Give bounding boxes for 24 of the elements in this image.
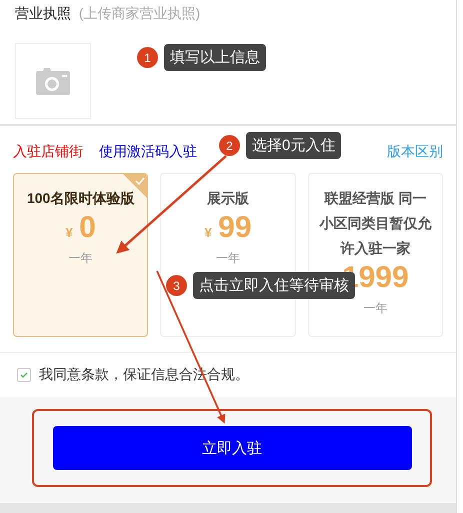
plan-name: 100名限时体验版 [26, 189, 136, 208]
submit-button[interactable]: 立即入驻 [52, 426, 412, 470]
section-hint: (上传商家营业执照) [78, 5, 200, 21]
tooltip: 填写以上信息 [164, 44, 266, 71]
check-icon [19, 370, 29, 380]
tab[interactable]: 入驻店铺街 [13, 143, 83, 161]
plan-price: 0 [79, 211, 96, 244]
plan-price: 99 [218, 211, 252, 244]
checkbox[interactable] [17, 368, 31, 382]
currency-sign: ¥ [65, 225, 73, 240]
camera-icon [35, 66, 71, 96]
step-badge: 1 [137, 47, 158, 68]
plan-period: 一年 [214, 250, 241, 267]
plan-card[interactable]: 100名限时体验版 ¥ 0 一年 [13, 173, 148, 337]
step-badge: 2 [219, 135, 240, 156]
plan-period: 一年 [362, 300, 388, 317]
tooltip: 选择0元入住 [246, 132, 342, 159]
tab[interactable]: 使用激活码入驻 [99, 143, 197, 161]
currency-sign: ¥ [204, 225, 212, 240]
section-title: 营业执照 [15, 5, 71, 21]
plan-name: 联盟经营版 同一小区同类目暂仅允许入驻一家 [318, 189, 432, 258]
plan-period: 一年 [68, 250, 94, 267]
plan-name: 展示版 [206, 189, 250, 208]
upload-box[interactable] [15, 43, 91, 119]
